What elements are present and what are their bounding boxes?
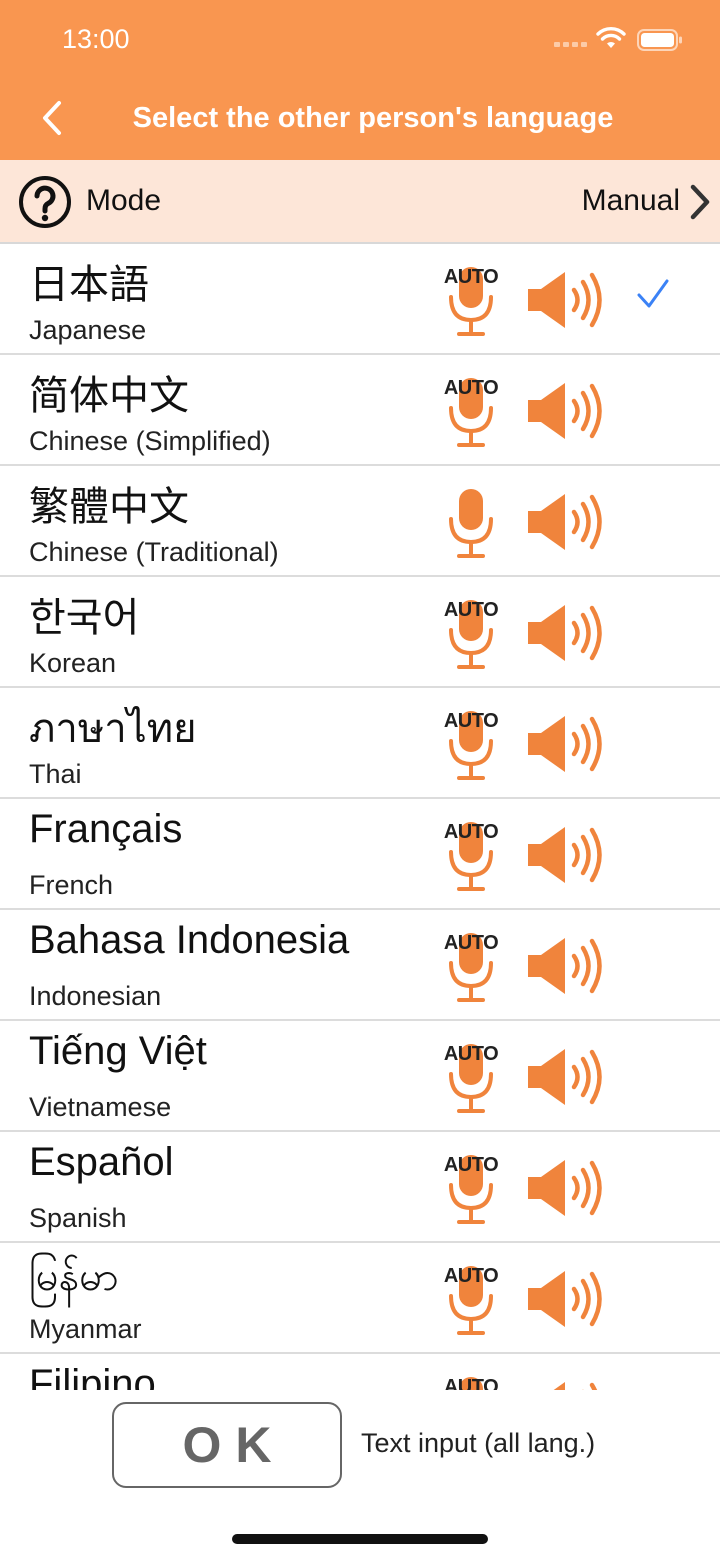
voice-input-button[interactable]: AUTO [442, 595, 500, 675]
speaker-icon[interactable] [526, 1380, 606, 1390]
voice-input-button[interactable]: AUTO [442, 817, 500, 897]
language-native-name: 日本語 [29, 263, 149, 307]
auto-badge: AUTO [443, 1376, 499, 1390]
language-row[interactable]: Français French AUTO [0, 799, 720, 910]
speaker-icon[interactable] [526, 936, 606, 996]
auto-badge: AUTO [443, 266, 499, 288]
battery-icon [637, 29, 682, 51]
language-english-name: Indonesian [29, 981, 162, 1011]
auto-badge: AUTO [443, 599, 499, 621]
microphone-icon [449, 489, 493, 558]
language-row[interactable]: ภาษาไทย Thai AUTO [0, 688, 720, 799]
ok-button[interactable]: OK [112, 1402, 342, 1488]
voice-input-button[interactable]: AUTO [442, 706, 500, 786]
language-native-name: 简体中文 [29, 374, 189, 418]
language-native-name: Bahasa Indonesia [29, 918, 350, 962]
auto-badge: AUTO [443, 377, 499, 399]
status-time: 13:00 [62, 24, 130, 54]
chevron-right-icon [690, 184, 710, 220]
home-indicator [232, 1534, 488, 1544]
language-native-name: 繁體中文 [29, 485, 189, 529]
cellular-signal-icon [554, 42, 587, 47]
auto-badge: AUTO [443, 821, 499, 843]
auto-badge: AUTO [443, 710, 499, 732]
language-english-name: Vietnamese [29, 1092, 172, 1122]
voice-input-button[interactable] [442, 484, 500, 564]
speaker-icon[interactable] [526, 714, 606, 774]
language-native-name: Español [29, 1140, 174, 1184]
question-circle-icon[interactable] [18, 175, 72, 229]
language-row[interactable]: Filipino AUTO [0, 1354, 720, 1390]
language-native-name: မြန်မာ [29, 1255, 119, 1299]
language-english-name: Chinese (Simplified) [29, 426, 271, 456]
voice-input-button[interactable]: AUTO [442, 928, 500, 1008]
language-row[interactable]: Español Spanish AUTO [0, 1132, 720, 1243]
language-native-name: 한국어 [29, 596, 140, 640]
language-english-name: Thai [29, 759, 82, 789]
language-english-name: Chinese (Traditional) [29, 537, 279, 567]
language-row[interactable]: 简体中文 Chinese (Simplified) AUTO [0, 355, 720, 466]
speaker-icon[interactable] [526, 825, 606, 885]
mode-label: Mode [86, 184, 162, 217]
language-english-name: Myanmar [29, 1314, 142, 1344]
voice-input-button[interactable]: AUTO [442, 1150, 500, 1230]
language-english-name: French [29, 870, 114, 900]
language-english-name: Japanese [29, 315, 147, 345]
chevron-left-icon [43, 101, 61, 135]
voice-input-button[interactable]: AUTO [442, 1372, 500, 1390]
speaker-icon[interactable] [526, 1158, 606, 1218]
text-input-button[interactable]: Text input (all lang.) [361, 1428, 595, 1459]
language-row[interactable]: မြန်မာ Myanmar AUTO [0, 1243, 720, 1354]
voice-input-button[interactable]: AUTO [442, 1261, 500, 1341]
wifi-icon [596, 27, 626, 48]
checkmark-icon [637, 279, 669, 308]
header: 13:00 Select the other person's language [0, 0, 720, 160]
speaker-icon[interactable] [526, 492, 606, 552]
back-button[interactable] [30, 96, 74, 140]
language-row[interactable]: 한국어 Korean AUTO [0, 577, 720, 688]
language-english-name: Spanish [29, 1203, 127, 1233]
mode-selector[interactable]: Mode Manual [0, 160, 720, 244]
language-english-name: Korean [29, 648, 117, 678]
speaker-icon[interactable] [526, 1047, 606, 1107]
page-title: Select the other person's language [132, 102, 614, 134]
language-native-name: ภาษาไทย [29, 707, 197, 751]
language-row[interactable]: 日本語 Japanese AUTO [0, 244, 720, 355]
auto-badge: AUTO [443, 1043, 499, 1065]
voice-input-button[interactable]: AUTO [442, 262, 500, 342]
language-row[interactable]: Tiếng Việt Vietnamese AUTO [0, 1021, 720, 1132]
language-native-name: Français [29, 807, 183, 851]
language-row[interactable]: Bahasa Indonesia Indonesian AUTO [0, 910, 720, 1021]
language-list[interactable]: 日本語 Japanese AUTO 简体中文 Chinese (Simplifi… [0, 244, 720, 1390]
language-native-name: Filipino [29, 1362, 156, 1390]
language-row[interactable]: 繁體中文 Chinese (Traditional) [0, 466, 720, 577]
auto-badge: AUTO [443, 1154, 499, 1176]
mode-value: Manual [581, 184, 680, 217]
speaker-icon[interactable] [526, 270, 606, 330]
auto-badge: AUTO [443, 932, 499, 954]
voice-input-button[interactable]: AUTO [442, 373, 500, 453]
speaker-icon[interactable] [526, 603, 606, 663]
speaker-icon[interactable] [526, 1269, 606, 1329]
voice-input-button[interactable]: AUTO [442, 1039, 500, 1119]
language-native-name: Tiếng Việt [29, 1029, 207, 1073]
auto-badge: AUTO [443, 1265, 499, 1287]
speaker-icon[interactable] [526, 381, 606, 441]
